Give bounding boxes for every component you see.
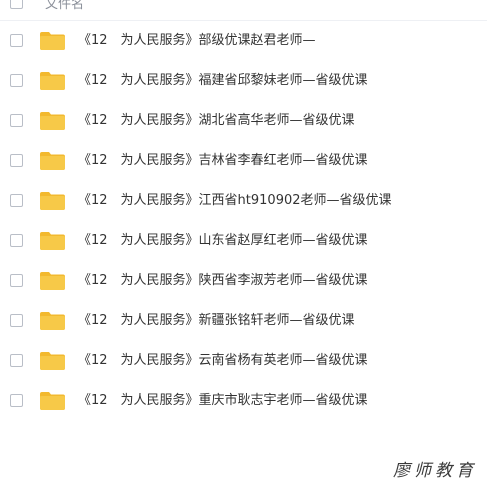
list-header: 文件名 [0,0,487,21]
folder-icon [40,352,65,370]
file-name[interactable]: 《12 为人民服务》陕西省李淑芳老师—省级优课 [78,272,368,290]
row-checkbox[interactable] [10,394,23,407]
file-name[interactable]: 《12 为人民服务》重庆市耿志宇老师—省级优课 [78,392,368,410]
file-name[interactable]: 《12 为人民服务》部级优课赵君老师— [78,32,316,50]
file-name[interactable]: 《12 为人民服务》山东省赵厚红老师—省级优课 [78,232,368,250]
file-name[interactable]: 《12 为人民服务》江西省ht910902老师—省级优课 [78,192,392,210]
file-name[interactable]: 《12 为人民服务》吉林省李春红老师—省级优课 [78,152,368,170]
file-list-window: 文件名 《12 为人民服务》部级优课赵君老师— 《12 为人民服务》福建省邱黎妹老… [0,0,487,487]
row-checkbox[interactable] [10,34,23,47]
list-item[interactable]: 《12 为人民服务》云南省杨有英老师—省级优课 [0,341,487,381]
folder-icon [40,312,65,330]
list-item[interactable]: 《12 为人民服务》陕西省李淑芳老师—省级优课 [0,261,487,301]
row-checkbox[interactable] [10,274,23,287]
row-checkbox[interactable] [10,354,23,367]
folder-icon [40,392,65,410]
list-item[interactable]: 《12 为人民服务》山东省赵厚红老师—省级优课 [0,221,487,261]
file-name[interactable]: 《12 为人民服务》云南省杨有英老师—省级优课 [78,352,368,370]
folder-icon [40,32,65,50]
file-name[interactable]: 《12 为人民服务》新疆张铭轩老师—省级优课 [78,312,355,330]
folder-icon [40,72,65,90]
list-item[interactable]: 《12 为人民服务》重庆市耿志宇老师—省级优课 [0,381,487,421]
select-all-checkbox[interactable] [10,0,23,9]
list-item[interactable]: 《12 为人民服务》新疆张铭轩老师—省级优课 [0,301,487,341]
list-item[interactable]: 《12 为人民服务》江西省ht910902老师—省级优课 [0,181,487,221]
row-checkbox[interactable] [10,154,23,167]
folder-icon [40,192,65,210]
row-checkbox[interactable] [10,314,23,327]
file-list: 《12 为人民服务》部级优课赵君老师— 《12 为人民服务》福建省邱黎妹老师—省级… [0,21,487,421]
row-checkbox[interactable] [10,234,23,247]
folder-icon [40,232,65,250]
watermark-logo: 廖师教育 [393,461,477,481]
list-item[interactable]: 《12 为人民服务》部级优课赵君老师— [0,21,487,61]
row-checkbox[interactable] [10,74,23,87]
list-item[interactable]: 《12 为人民服务》吉林省李春红老师—省级优课 [0,141,487,181]
file-name[interactable]: 《12 为人民服务》福建省邱黎妹老师—省级优课 [78,72,368,90]
folder-icon [40,272,65,290]
column-header-filename[interactable]: 文件名 [45,0,84,13]
row-checkbox[interactable] [10,194,23,207]
list-item[interactable]: 《12 为人民服务》福建省邱黎妹老师—省级优课 [0,61,487,101]
folder-icon [40,152,65,170]
list-item[interactable]: 《12 为人民服务》湖北省高华老师—省级优课 [0,101,487,141]
folder-icon [40,112,65,130]
row-checkbox[interactable] [10,114,23,127]
file-name[interactable]: 《12 为人民服务》湖北省高华老师—省级优课 [78,112,355,130]
